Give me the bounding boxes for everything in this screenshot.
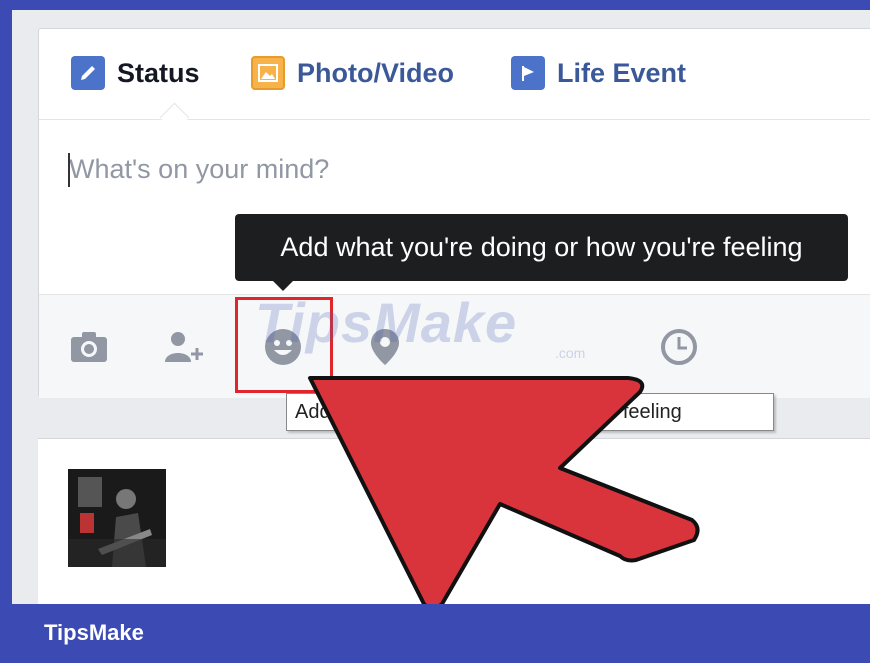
footer-brand: TipsMake [44,620,144,645]
footer-bar: TipsMake [12,604,870,663]
red-pointer-arrow [308,376,700,610]
